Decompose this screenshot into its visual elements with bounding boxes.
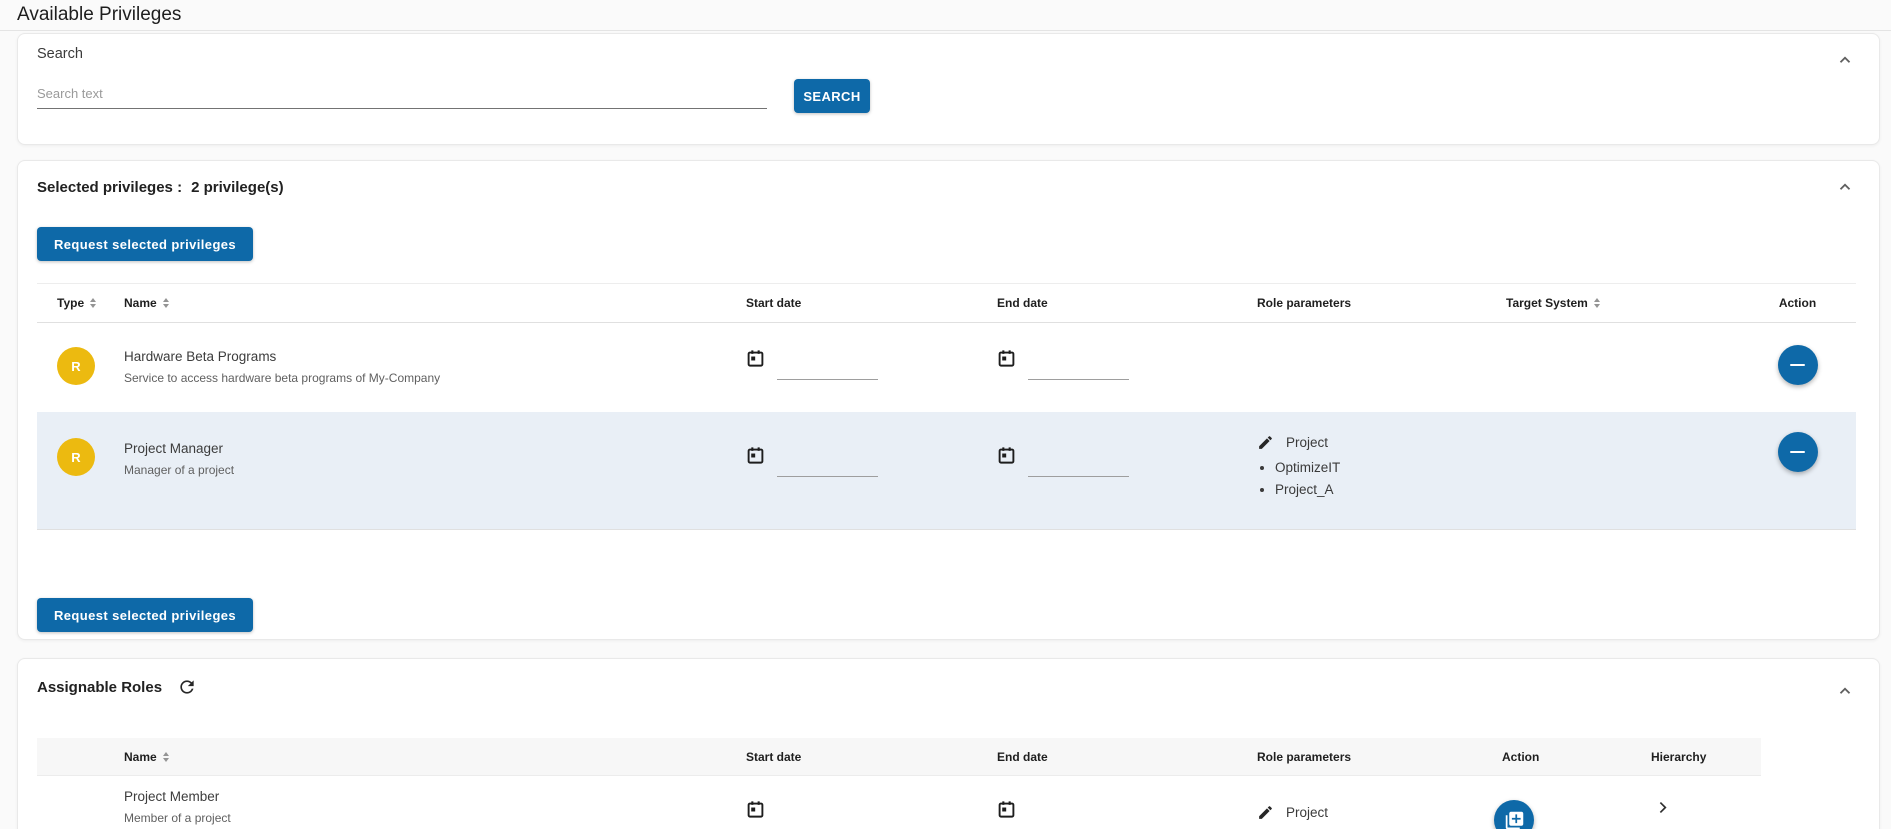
selected-privileges-count: 2 privilege(s) (191, 179, 284, 196)
selected-privileges-label: Selected privileges : (37, 179, 182, 196)
column-header-end-date: End date (997, 296, 1257, 310)
refresh-button[interactable] (177, 677, 197, 697)
sort-icon (90, 298, 96, 308)
remove-privilege-button[interactable] (1778, 345, 1818, 385)
role-name: Project Member (124, 789, 746, 804)
chevron-up-icon (1836, 178, 1854, 196)
role-description: Member of a project (124, 811, 746, 825)
assignable-roles-card: Assignable Roles Name Start date End dat… (17, 658, 1880, 829)
role-parameters-cell: Project OptimizeIT Project_A (1257, 412, 1506, 504)
chevron-right-icon (1654, 799, 1671, 816)
start-date-input[interactable] (777, 349, 878, 380)
sort-icon (163, 752, 169, 762)
calendar-icon[interactable] (997, 446, 1016, 477)
calendar-icon[interactable] (746, 446, 765, 477)
column-header-role-parameters: Role parameters (1257, 296, 1506, 310)
library-add-icon (1504, 810, 1525, 829)
role-type-badge: R (57, 438, 95, 476)
role-parameters-cell: Project (1257, 776, 1482, 821)
assignable-roles-title: Assignable Roles (37, 677, 197, 697)
selected-privileges-title: Selected privileges : 2 privilege(s) (37, 179, 284, 196)
request-selected-privileges-button-top[interactable]: Request selected privileges (37, 227, 253, 261)
assignable-roles-label: Assignable Roles (37, 679, 162, 696)
role-parameter-values: OptimizeIT Project_A (1261, 460, 1506, 497)
request-selected-privileges-button-bottom[interactable]: Request selected privileges (37, 598, 253, 632)
chevron-up-icon (1836, 682, 1854, 700)
add-role-button[interactable] (1494, 800, 1534, 829)
minus-icon (1790, 364, 1805, 366)
end-date-input[interactable] (1028, 349, 1129, 380)
table-row: R Project Manager Manager of a project (37, 412, 1856, 530)
role-parameter-label: Project (1286, 435, 1328, 450)
column-header-action: Action (1739, 296, 1856, 310)
column-header-start-date: Start date (746, 296, 997, 310)
role-type-badge: R (57, 347, 95, 385)
chevron-up-icon (1836, 51, 1854, 69)
edit-pencil-icon[interactable] (1257, 434, 1274, 451)
role-parameter-value: OptimizeIT (1275, 460, 1506, 475)
header-divider (0, 30, 1891, 31)
privilege-name: Project Manager (124, 441, 746, 456)
privilege-name: Hardware Beta Programs (124, 349, 746, 364)
search-card: Search SEARCH (17, 33, 1880, 145)
column-header-hierarchy: Hierarchy (1602, 750, 1761, 764)
calendar-icon[interactable] (997, 349, 1016, 380)
calendar-icon[interactable] (997, 800, 1016, 829)
search-card-title: Search (37, 46, 83, 62)
start-date-input[interactable] (777, 446, 878, 477)
sort-icon (163, 298, 169, 308)
selected-privileges-card: Selected privileges : 2 privilege(s) Req… (17, 160, 1880, 640)
table-row: Project Member Member of a project (37, 776, 1761, 829)
column-header-action: Action (1482, 750, 1602, 764)
search-input[interactable] (37, 79, 767, 109)
calendar-icon[interactable] (746, 800, 765, 829)
column-header-end-date: End date (997, 750, 1257, 764)
refresh-icon (177, 677, 197, 697)
table-row: R Hardware Beta Programs Service to acce… (37, 323, 1856, 412)
column-header-type[interactable]: Type (37, 296, 124, 310)
search-button[interactable]: SEARCH (794, 79, 870, 113)
role-parameter-value: Project_A (1275, 482, 1506, 497)
page: Available Privileges Search SEARCH Selec… (0, 0, 1891, 829)
assignable-roles-table: Name Start date End date Role parameters… (37, 738, 1761, 829)
end-date-input[interactable] (1028, 446, 1129, 477)
column-header-start-date: Start date (746, 750, 997, 764)
column-header-role-parameters: Role parameters (1257, 750, 1482, 764)
hierarchy-expand-button[interactable] (1654, 799, 1671, 816)
page-title: Available Privileges (17, 4, 181, 26)
privilege-description: Manager of a project (124, 463, 746, 477)
minus-icon (1790, 451, 1805, 453)
column-header-name[interactable]: Name (37, 750, 746, 764)
privilege-description: Service to access hardware beta programs… (124, 371, 746, 385)
sort-icon (1594, 298, 1600, 308)
search-collapse-button[interactable] (1833, 48, 1857, 72)
assignable-collapse-button[interactable] (1833, 679, 1857, 703)
end-date-input[interactable] (1028, 800, 1129, 829)
column-header-name[interactable]: Name (124, 296, 746, 310)
selected-privileges-table: Type Name Start date End date Role param… (37, 283, 1856, 530)
selected-collapse-button[interactable] (1833, 175, 1857, 199)
table-header-row: Name Start date End date Role parameters… (37, 738, 1761, 776)
role-parameter-label: Project (1286, 805, 1328, 820)
calendar-icon[interactable] (746, 349, 765, 380)
remove-privilege-button[interactable] (1778, 432, 1818, 472)
column-header-target-system[interactable]: Target System (1506, 296, 1739, 310)
start-date-input[interactable] (777, 800, 878, 829)
edit-pencil-icon[interactable] (1257, 804, 1274, 821)
table-header-row: Type Name Start date End date Role param… (37, 283, 1856, 323)
